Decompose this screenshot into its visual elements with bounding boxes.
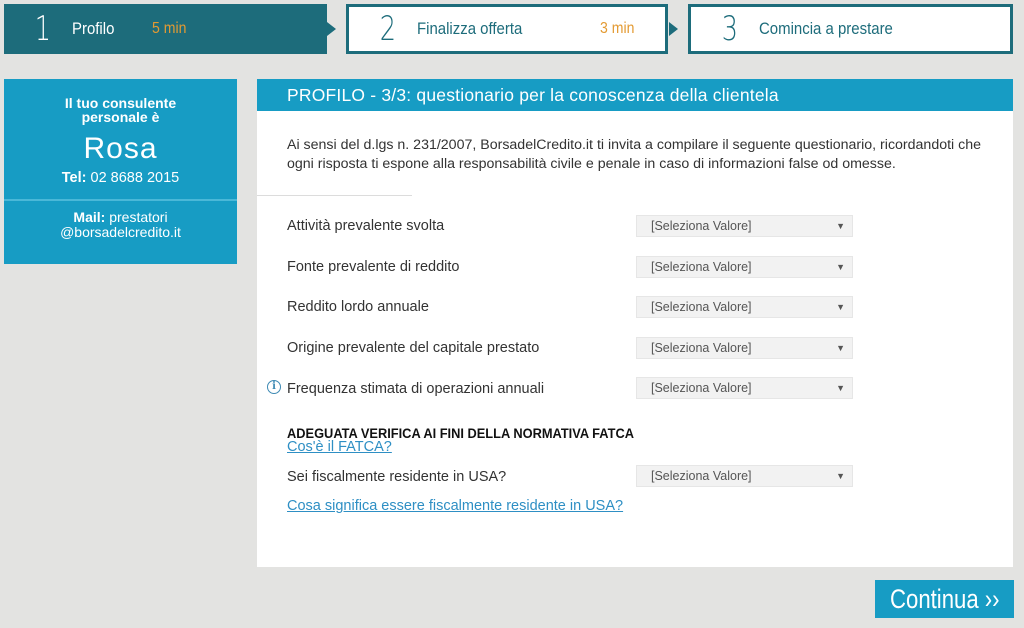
step-number: 1 xyxy=(34,9,51,49)
chevron-down-icon: ▼ xyxy=(836,471,845,481)
fatca-info-link[interactable]: Cos'è il FATCA? xyxy=(287,439,392,455)
intro-text: Ai sensi del d.lgs n. 231/2007, Borsadel… xyxy=(287,137,982,172)
step-number: 2 xyxy=(379,9,396,49)
consultant-box: Il tuo consulente personale è Rosa Tel: … xyxy=(4,79,237,264)
select-value: [Seleziona Valore] xyxy=(651,341,752,355)
step-label: Finalizza offerta xyxy=(416,19,522,38)
select-value: [Seleziona Valore] xyxy=(651,381,752,395)
chevron-down-icon: ▼ xyxy=(836,383,845,393)
panel-title: PROFILO - 3/3: questionario per la conos… xyxy=(257,79,1013,111)
chevron-down-icon: ▼ xyxy=(836,343,845,353)
field-label-fonte-reddito: Fonte prevalente di reddito xyxy=(287,259,460,275)
select-value: [Seleziona Valore] xyxy=(651,260,752,274)
chevron-down-icon: ▼ xyxy=(836,302,845,312)
step-label: Comincia a prestare xyxy=(758,19,893,38)
mail-value: prestatori xyxy=(109,209,168,225)
select-origine-capitale[interactable]: [Seleziona Valore] ▼ xyxy=(636,337,853,359)
continue-label: Continua ›› xyxy=(889,584,1000,614)
step-arrow-icon xyxy=(327,22,336,36)
step-time: 5 min xyxy=(152,20,187,37)
field-label-residente-usa: Sei fiscalmente residente in USA? xyxy=(287,469,507,485)
step-arrow-icon xyxy=(669,22,678,36)
field-label-attivita: Attività prevalente svolta xyxy=(287,218,445,234)
select-frequenza[interactable]: [Seleziona Valore] ▼ xyxy=(636,377,853,399)
select-value: [Seleziona Valore] xyxy=(651,219,752,233)
divider xyxy=(257,195,412,196)
field-label-origine-capitale: Origine prevalente del capitale prestato xyxy=(287,340,540,356)
chevron-down-icon: ▼ xyxy=(836,221,845,231)
info-icon[interactable]: i xyxy=(267,380,281,394)
field-label-frequenza: Frequenza stimata di operazioni annuali xyxy=(287,381,545,397)
select-value: [Seleziona Valore] xyxy=(651,469,752,483)
chevron-down-icon: ▼ xyxy=(836,262,845,272)
select-reddito-lordo[interactable]: [Seleziona Valore] ▼ xyxy=(636,296,853,318)
tel-value: 02 8688 2015 xyxy=(90,170,180,186)
consultant-mail: Mail: prestatori @borsadelcredito.it xyxy=(4,210,237,240)
step-time: 3 min xyxy=(600,20,635,37)
field-label-reddito-lordo: Reddito lordo annuale xyxy=(287,299,429,315)
questionnaire-panel: PROFILO - 3/3: questionario per la conos… xyxy=(257,79,1013,567)
consultant-intro: Il tuo consulente personale è xyxy=(64,95,177,125)
consultant-phone: Tel: 02 8688 2015 xyxy=(4,170,237,186)
mail-label: Mail: xyxy=(73,209,106,225)
select-value: [Seleziona Valore] xyxy=(651,300,752,314)
continue-button[interactable]: Continua ›› xyxy=(875,580,1014,618)
tel-label: Tel: xyxy=(61,170,87,186)
consultant-name: Rosa xyxy=(83,132,158,165)
select-residente-usa[interactable]: [Seleziona Valore] ▼ xyxy=(636,465,853,487)
step-3-comincia-a-prestare[interactable]: 3 Comincia a prestare xyxy=(688,4,1013,54)
mail-domain: @borsadelcredito.it xyxy=(60,224,181,240)
step-label: Profilo xyxy=(71,19,115,38)
step-1-profilo[interactable]: 1 Profilo 5 min xyxy=(4,4,327,54)
step-2-finalizza-offerta[interactable]: 2 Finalizza offerta 3 min xyxy=(346,4,668,54)
usa-residency-info-link[interactable]: Cosa significa essere fiscalmente reside… xyxy=(287,498,623,514)
select-attivita[interactable]: [Seleziona Valore] ▼ xyxy=(636,215,853,237)
step-number: 3 xyxy=(721,9,738,49)
select-fonte-reddito[interactable]: [Seleziona Valore] ▼ xyxy=(636,256,853,278)
divider xyxy=(4,199,237,201)
